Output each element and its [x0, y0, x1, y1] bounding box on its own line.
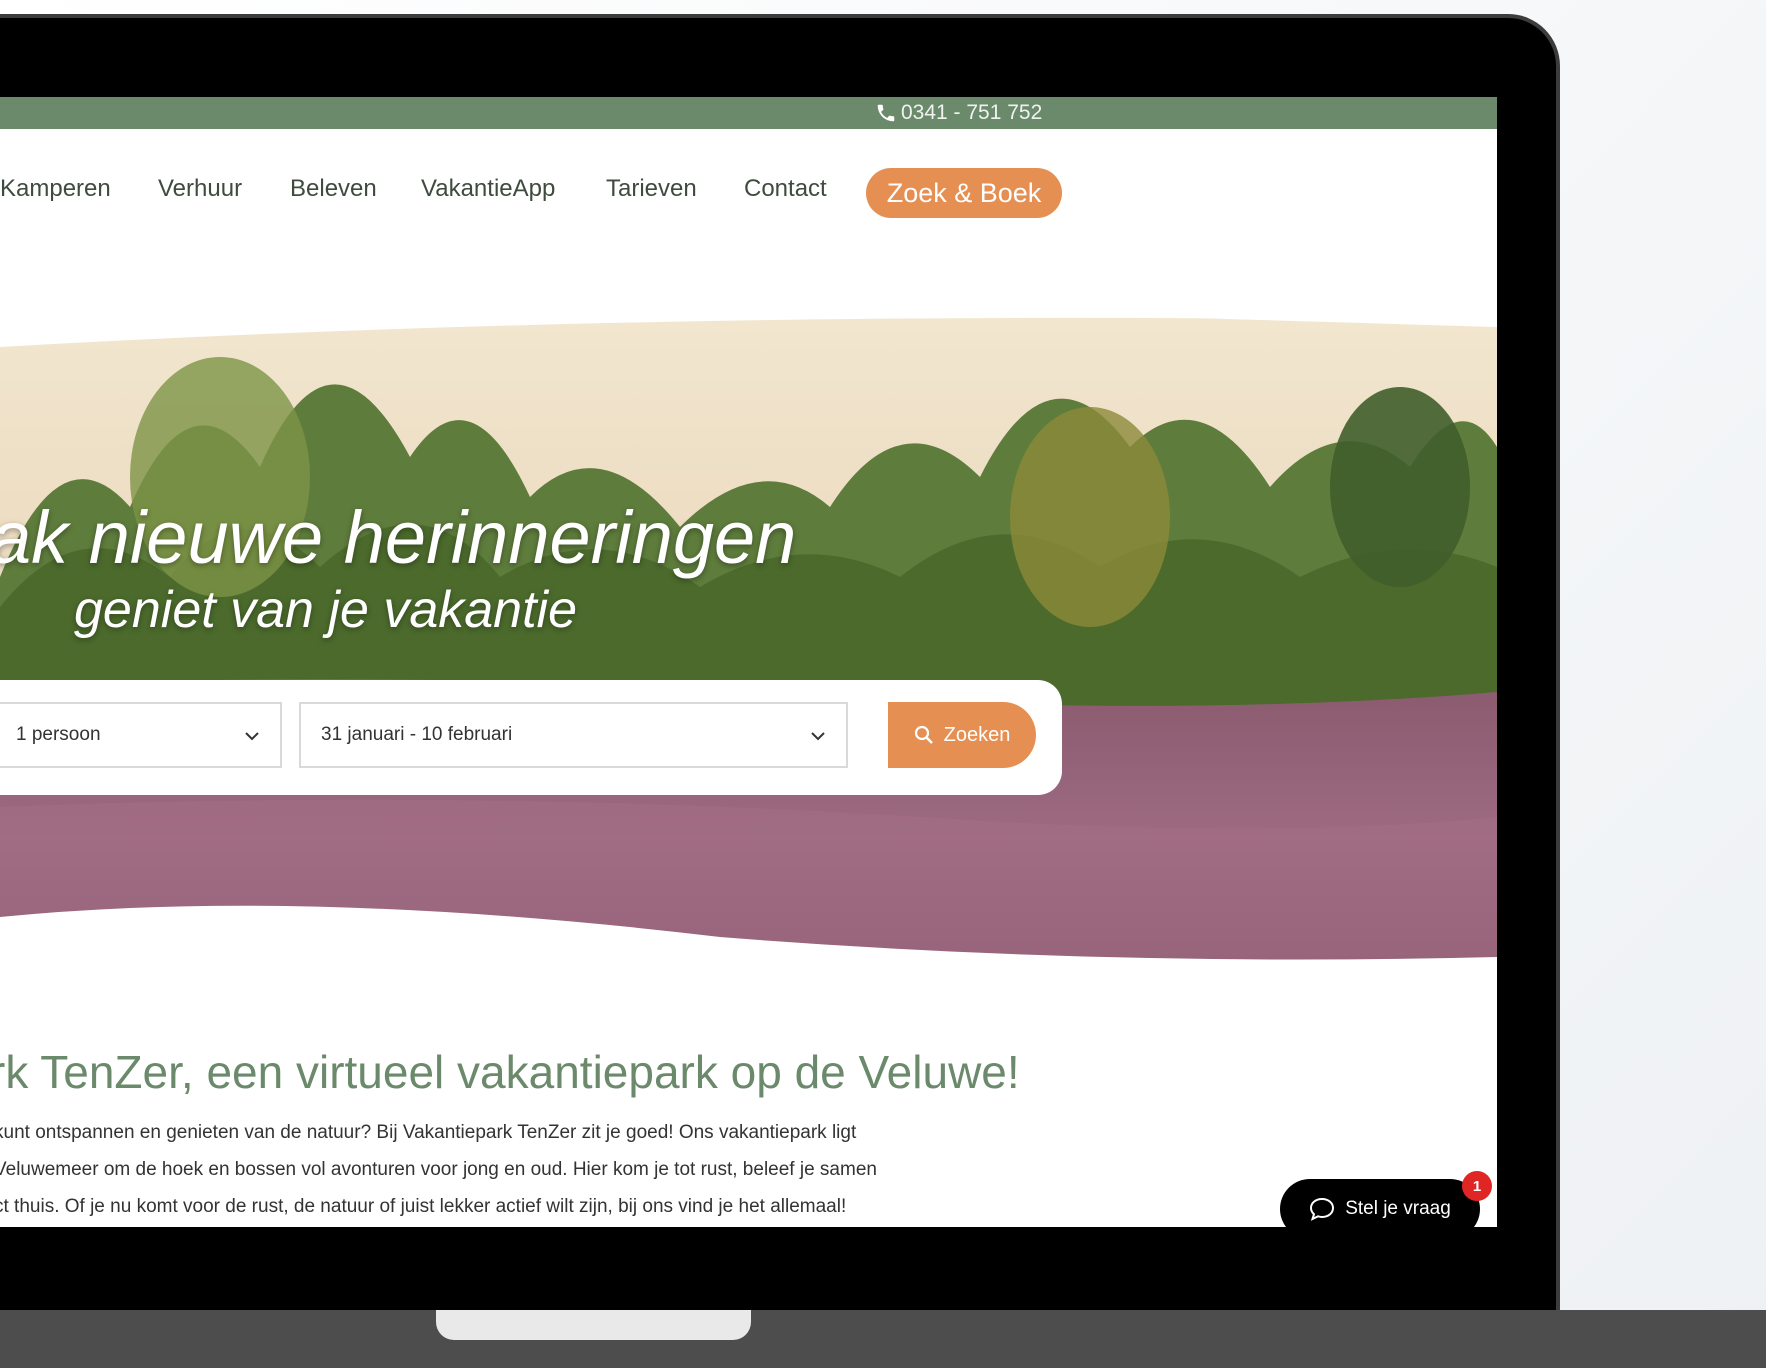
chevron-down-icon: [811, 732, 825, 741]
nav-item-contact[interactable]: Contact: [744, 175, 827, 203]
nav-item-kamperen[interactable]: Kamperen: [0, 175, 111, 203]
nav-item-tarieven[interactable]: Tarieven: [606, 175, 697, 203]
zoek-boek-button[interactable]: Zoek & Boek: [866, 168, 1062, 218]
website-screen: 0341 - 751 752 Kamperen Verhuur Beleven …: [0, 97, 1497, 1227]
laptop-notch: [436, 1310, 751, 1340]
intro-line: ct thuis. Of je nu komt voor de rust, de…: [0, 1196, 847, 1217]
hero-section: [0, 247, 1497, 1077]
chat-notification-badge: 1: [1462, 1171, 1492, 1201]
search-icon: [914, 725, 933, 744]
nav-item-verhuur[interactable]: Verhuur: [158, 175, 242, 203]
nav-item-beleven[interactable]: Beleven: [290, 175, 377, 203]
chat-button-label: Stel je vraag: [1345, 1198, 1451, 1219]
chat-button[interactable]: Stel je vraag: [1280, 1179, 1480, 1227]
phone-contact[interactable]: 0341 - 751 752: [875, 101, 1042, 125]
dates-value: 31 januari - 10 februari: [321, 724, 513, 745]
chevron-down-icon: [245, 732, 259, 741]
booking-search-box: 1 persoon 31 januari - 10 februari Zoeke…: [0, 680, 1062, 795]
phone-icon: [877, 104, 895, 122]
chat-bubble-icon: [1310, 1197, 1335, 1221]
phone-number: 0341 - 751 752: [901, 101, 1043, 124]
search-button[interactable]: Zoeken: [888, 702, 1036, 768]
intro-line: kunt ontspannen en genieten van de natuu…: [0, 1122, 857, 1143]
intro-line: Veluwemeer om de hoek en bossen vol avon…: [0, 1159, 877, 1180]
nav-item-vakantieapp[interactable]: VakantieApp: [421, 175, 555, 203]
main-navigation: Kamperen Verhuur Beleven VakantieApp Tar…: [0, 167, 1497, 221]
dates-select[interactable]: 31 januari - 10 februari: [299, 702, 848, 768]
intro-paragraph: kunt ontspannen en genieten van de natuu…: [0, 1114, 1054, 1225]
persons-value: 1 persoon: [16, 724, 101, 745]
top-contact-bar: 0341 - 751 752: [0, 97, 1497, 129]
hero-subline: geniet van je vakantie: [74, 581, 578, 639]
hero-headline: ak nieuwe herinneringen: [0, 496, 797, 579]
persons-select[interactable]: 1 persoon: [0, 702, 282, 768]
laptop-base: [0, 1310, 1766, 1368]
intro-heading: rk TenZer, een virtueel vakantiepark op …: [0, 1046, 1020, 1098]
search-button-label: Zoeken: [943, 723, 1011, 746]
hero-landscape-image: [0, 247, 1497, 1077]
